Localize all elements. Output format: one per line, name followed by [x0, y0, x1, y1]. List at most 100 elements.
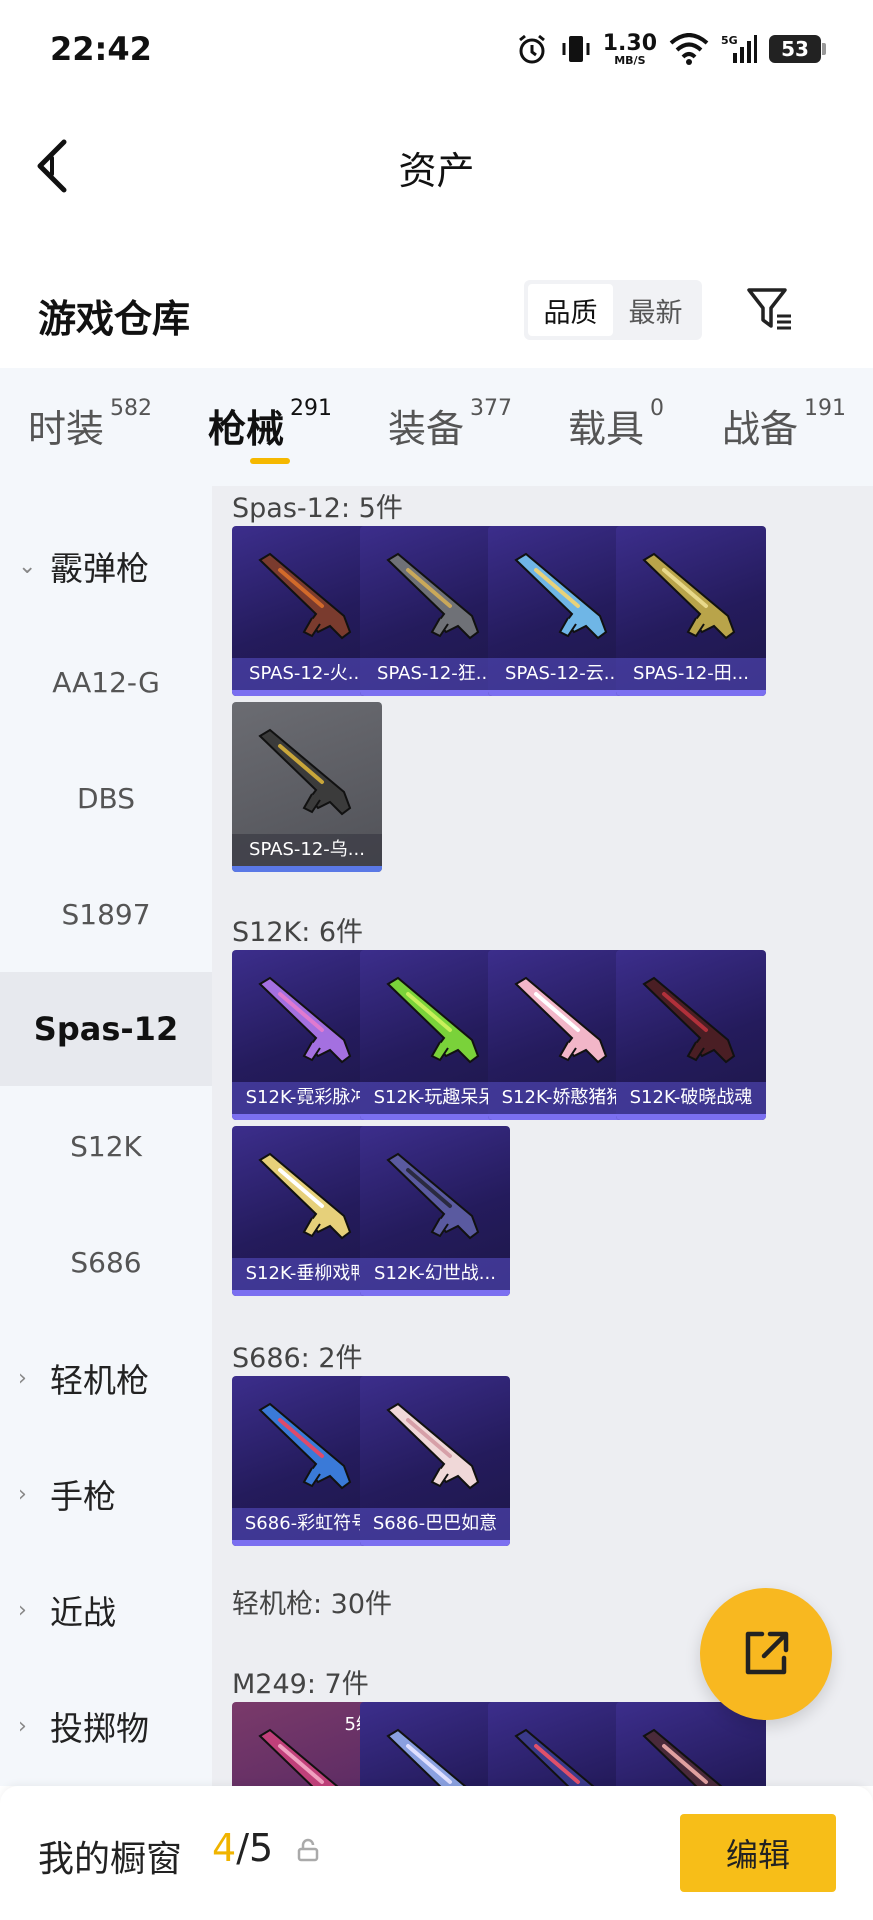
tab-firearms[interactable]: 枪械 291 — [208, 396, 333, 453]
share-icon — [745, 1631, 789, 1675]
gun-thumbnail — [258, 728, 352, 816]
item-card-label: S686-巴巴如意 — [360, 1508, 510, 1540]
net-speed: 1.30 MB/S — [602, 30, 657, 67]
gun-thumbnail — [386, 976, 480, 1064]
sidebar-item-aa12g[interactable]: AA12-G — [0, 632, 212, 732]
alarm-icon — [518, 34, 545, 64]
wifi-icon — [669, 33, 709, 65]
tab-label: 枪械 — [208, 407, 285, 451]
gun-thumbnail — [258, 976, 352, 1064]
sidebar-item-s686[interactable]: S686 — [0, 1212, 212, 1312]
warehouse-row: 游戏仓库 品质 最新 — [0, 270, 873, 360]
sidebar-item-shotgun[interactable]: ⌄ 霰弹枪 — [0, 516, 212, 616]
tab-label: 载具 — [568, 407, 645, 451]
tab-label: 装备 — [388, 407, 465, 451]
net-speed-value: 1.30 — [602, 30, 657, 56]
gun-thumbnail — [386, 1152, 480, 1240]
header: 资产 — [0, 100, 873, 230]
showcase-bar: 我的橱窗 4/5 编辑 — [0, 1786, 873, 1920]
weapon-type-sidebar: ⌄ 霰弹枪 AA12-G DBS S1897 Spas-12 S12K S686… — [0, 486, 212, 1786]
sort-quality-button[interactable]: 品质 — [528, 284, 613, 336]
rarity-bar — [616, 1114, 766, 1120]
rarity-bar — [360, 1290, 510, 1296]
tab-equipment[interactable]: 装备 377 — [388, 396, 513, 453]
section-title-spas12: Spas-12: 5件 — [232, 493, 403, 524]
section-title-s686: S686: 2件 — [232, 1343, 363, 1374]
svg-text:5G: 5G — [721, 34, 738, 47]
section-title-s12k: S12K: 6件 — [232, 917, 364, 948]
sidebar-item-spas12[interactable]: Spas-12 — [0, 972, 212, 1086]
showcase-current: 4 — [212, 1826, 237, 1870]
item-card[interactable]: S12K-幻世战... — [360, 1126, 510, 1296]
gun-thumbnail — [258, 1152, 352, 1240]
sidebar-item-label: 手枪 — [50, 1477, 116, 1516]
item-card[interactable]: SPAS-12-田... — [616, 526, 766, 696]
status-bar: 22:42 1.30 MB/S 5G 53 — [0, 0, 873, 100]
gun-thumbnail — [514, 1728, 595, 1786]
item-card-label: SPAS-12-乌... — [232, 834, 382, 866]
gun-thumbnail — [386, 552, 480, 640]
item-card[interactable]: S686-巴巴如意 — [360, 1376, 510, 1546]
category-tabs: 时装 582 枪械 291 装备 377 载具 0 战备 191 — [0, 368, 873, 486]
sidebar-item-label: 轻机枪 — [50, 1361, 149, 1400]
tab-count: 377 — [470, 396, 513, 421]
gun-thumbnail — [642, 552, 736, 640]
showcase-total: 5 — [249, 1826, 274, 1870]
status-icons: 1.30 MB/S 5G 53 — [515, 30, 826, 67]
rarity-bar — [616, 690, 766, 696]
tab-label: 战备 — [722, 407, 799, 451]
edit-button[interactable]: 编辑 — [680, 1814, 836, 1892]
rarity-bar — [360, 1540, 510, 1546]
gun-thumbnail — [258, 552, 352, 640]
showcase-count: 4/5 — [212, 1826, 274, 1870]
chevron-right-icon: › — [18, 1713, 27, 1739]
status-time: 22:42 — [50, 30, 152, 68]
tab-count: 582 — [110, 396, 153, 421]
sidebar-item-throwable[interactable]: › 投掷物 — [0, 1676, 212, 1776]
sidebar-item-melee[interactable]: › 近战 — [0, 1560, 212, 1660]
share-button[interactable] — [700, 1588, 832, 1720]
active-tab-indicator — [250, 458, 290, 464]
page-title: 资产 — [398, 149, 475, 193]
chevron-right-icon: › — [18, 1597, 27, 1623]
tab-count: 291 — [290, 396, 333, 421]
tab-count: 191 — [804, 396, 847, 421]
net-speed-unit: MB/S — [614, 53, 646, 67]
warehouse-title: 游戏仓库 — [38, 297, 191, 341]
sidebar-item-lmg[interactable]: › 轻机枪 — [0, 1328, 212, 1428]
gun-thumbnail — [514, 976, 608, 1064]
tab-supplies[interactable]: 战备 191 — [722, 396, 847, 453]
sidebar-item-s12k[interactable]: S12K — [0, 1096, 212, 1196]
gun-thumbnail — [642, 976, 736, 1064]
showcase-label: 我的橱窗 — [38, 1839, 183, 1880]
filter-icon[interactable] — [745, 284, 795, 334]
tab-label: 时装 — [28, 407, 105, 451]
rarity-bar — [232, 866, 382, 872]
item-card-label: S12K-破晓战魂 — [616, 1082, 766, 1114]
signal-icon: 5G — [721, 34, 757, 63]
sidebar-item-s1897[interactable]: S1897 — [0, 864, 212, 964]
sort-toggle: 品质 最新 — [524, 280, 702, 340]
sidebar-item-label: 近战 — [50, 1593, 116, 1632]
category-title-lmg: 轻机枪: 30件 — [232, 1589, 393, 1620]
section-title-m249: M249: 7件 — [232, 1669, 369, 1700]
vibrate-icon — [562, 36, 590, 62]
sidebar-item-dbs[interactable]: DBS — [0, 748, 212, 848]
gun-thumbnail — [258, 1402, 352, 1490]
item-card-label: SPAS-12-田... — [616, 658, 766, 690]
chevron-right-icon: › — [18, 1365, 27, 1391]
gun-thumbnail — [386, 1402, 480, 1490]
gun-thumbnail — [386, 1728, 467, 1786]
tab-count: 0 — [650, 396, 665, 421]
tab-fashion[interactable]: 时装 582 — [28, 396, 153, 453]
battery-icon: 53 — [769, 35, 826, 63]
lock-icon — [297, 1838, 319, 1862]
gun-thumbnail — [514, 552, 608, 640]
tab-vehicles[interactable]: 载具 0 — [568, 396, 665, 453]
sort-newest-button[interactable]: 最新 — [613, 284, 698, 336]
item-card[interactable]: SPAS-12-乌... — [232, 702, 382, 872]
chevron-down-icon: ⌄ — [18, 553, 37, 579]
item-card[interactable]: S12K-破晓战魂 — [616, 950, 766, 1120]
item-card-label: S12K-幻世战... — [360, 1258, 510, 1290]
sidebar-item-pistol[interactable]: › 手枪 — [0, 1444, 212, 1544]
